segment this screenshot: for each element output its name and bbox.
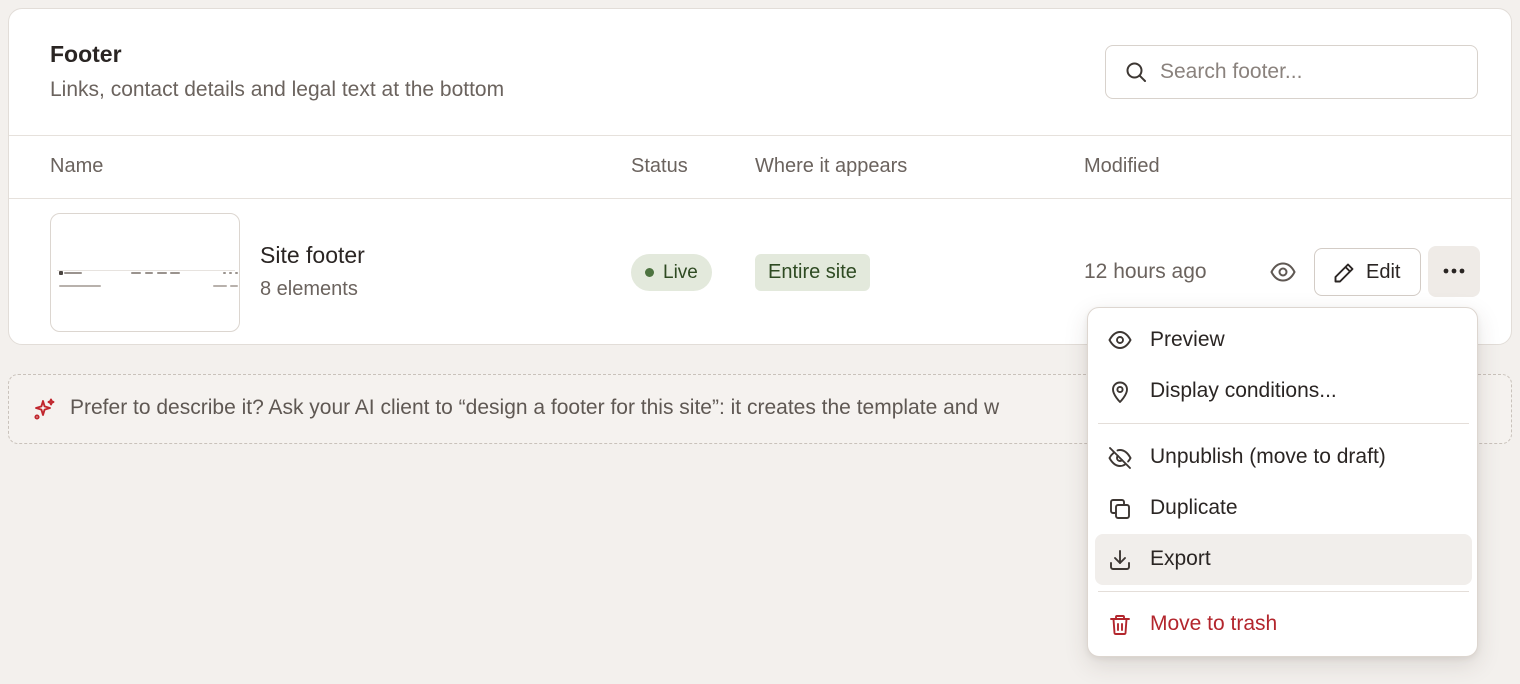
table-header: Name Status Where it appears Modified bbox=[9, 136, 1511, 199]
preview-button[interactable] bbox=[1265, 254, 1301, 290]
menu-item-move-to-trash[interactable]: Move to trash bbox=[1095, 599, 1472, 650]
panel-subtitle: Links, contact details and legal text at… bbox=[50, 78, 505, 101]
sparkles-icon bbox=[34, 398, 55, 420]
menu-item-unpublish[interactable]: Unpublish (move to draft) bbox=[1095, 432, 1472, 483]
copy-icon bbox=[1110, 499, 1130, 519]
display-condition-badge: Entire site bbox=[755, 254, 870, 291]
modified-time: 12 hours ago bbox=[1084, 260, 1207, 283]
download-icon bbox=[1110, 550, 1130, 570]
menu-item-export[interactable]: Export bbox=[1095, 534, 1472, 585]
panel-title: Footer bbox=[50, 41, 122, 67]
search-box[interactable] bbox=[1105, 45, 1478, 99]
map-pin-icon bbox=[1112, 381, 1128, 403]
pencil-icon bbox=[1334, 263, 1354, 283]
eye-icon bbox=[1108, 331, 1132, 349]
footer-thumbnail bbox=[50, 213, 240, 332]
more-actions-button[interactable] bbox=[1428, 246, 1480, 297]
status-badge-label: Live bbox=[663, 262, 698, 283]
menu-divider bbox=[1098, 591, 1469, 592]
column-header-status: Status bbox=[631, 155, 688, 177]
search-input[interactable] bbox=[1160, 56, 1460, 88]
column-header-modified: Modified bbox=[1084, 155, 1160, 177]
status-dot-icon bbox=[645, 268, 654, 277]
menu-item-display-conditions[interactable]: Display conditions... bbox=[1095, 366, 1472, 417]
ai-hint-text: Prefer to describe it? Ask your AI clien… bbox=[70, 396, 1000, 419]
menu-item-label: Move to trash bbox=[1150, 612, 1278, 635]
menu-item-preview[interactable]: Preview bbox=[1095, 315, 1472, 366]
footer-templates-panel: Footer Links, contact details and legal … bbox=[8, 8, 1512, 345]
status-badge: Live bbox=[631, 254, 712, 291]
menu-item-label: Unpublish (move to draft) bbox=[1150, 445, 1386, 468]
menu-item-label: Duplicate bbox=[1150, 496, 1238, 519]
menu-item-duplicate[interactable]: Duplicate bbox=[1095, 483, 1472, 534]
template-name[interactable]: Site footer bbox=[260, 242, 365, 269]
menu-item-label: Preview bbox=[1150, 328, 1225, 351]
row-actions-menu: Preview Display conditions... Unpublish … bbox=[1087, 307, 1478, 657]
panel-header: Footer Links, contact details and legal … bbox=[9, 9, 1511, 136]
column-header-where: Where it appears bbox=[755, 155, 908, 177]
search-icon bbox=[1126, 62, 1146, 82]
menu-item-label: Display conditions... bbox=[1150, 379, 1337, 402]
edit-button-label: Edit bbox=[1366, 261, 1401, 283]
menu-item-label: Export bbox=[1150, 547, 1211, 570]
edit-button[interactable]: Edit bbox=[1314, 248, 1421, 296]
template-element-count: 8 elements bbox=[260, 278, 358, 300]
column-header-name: Name bbox=[50, 155, 104, 177]
more-horizontal-icon bbox=[1443, 268, 1465, 274]
eye-icon bbox=[1270, 262, 1296, 282]
trash-icon bbox=[1110, 615, 1130, 635]
menu-divider bbox=[1098, 423, 1469, 424]
eye-off-icon bbox=[1108, 447, 1132, 469]
